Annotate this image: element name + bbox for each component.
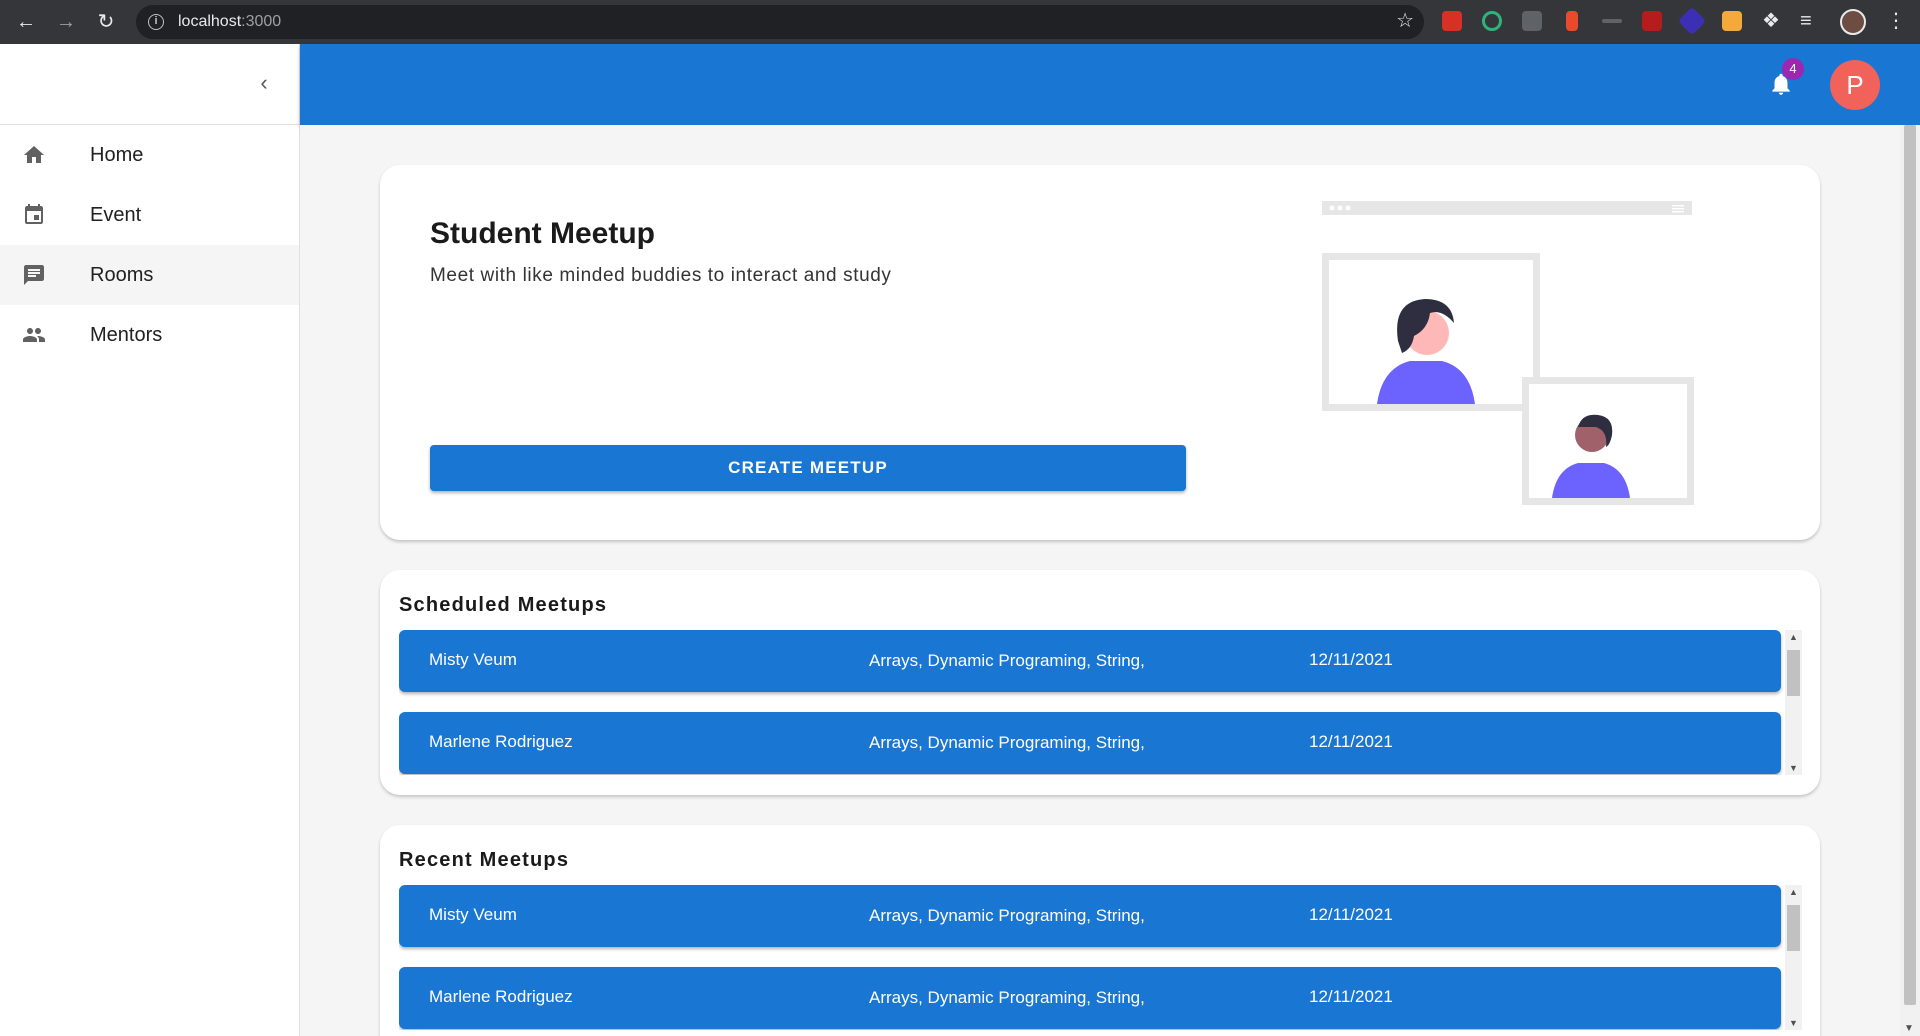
meetup-topics: Arrays, Dynamic Programing, String, [869, 733, 1145, 752]
sidebar-item-label: Event [90, 204, 142, 226]
page-scrollbar[interactable]: ▼ [1900, 125, 1920, 1036]
meetup-row[interactable]: Marlene Rodriguez Arrays, Dynamic Progra… [399, 967, 1781, 1029]
browser-profile-avatar[interactable] [1840, 9, 1866, 35]
list-scrollbar[interactable]: ▲ ▼ [1785, 885, 1802, 1030]
user-avatar[interactable]: P [1830, 60, 1880, 110]
bookmark-star-icon[interactable]: ☆ [1396, 8, 1414, 33]
sidebar-item-label: Mentors [90, 324, 163, 346]
app-bar: 4 P [300, 44, 1920, 125]
notification-badge: 4 [1782, 58, 1804, 80]
sidebar-item-label: Home [90, 144, 144, 166]
meetup-row[interactable]: Misty Veum Arrays, Dynamic Programing, S… [399, 885, 1781, 947]
extensions-puzzle-icon[interactable]: ❖ [1762, 7, 1780, 35]
meetup-row[interactable]: Marlene Rodriguez Arrays, Dynamic Progra… [399, 712, 1781, 774]
people-icon [23, 328, 45, 342]
scroll-down-arrow-icon[interactable]: ▼ [1789, 1018, 1798, 1028]
extension-icon-7[interactable] [1677, 6, 1707, 36]
meetup-topics: Arrays, Dynamic Programing, String, [869, 651, 1145, 670]
extension-icon-4[interactable] [1566, 11, 1578, 31]
hero-subtitle: Meet with like minded buddies to interac… [430, 265, 892, 286]
chevron-left-icon[interactable]: ‹ [249, 68, 279, 98]
hero-title: Student Meetup [430, 217, 655, 250]
meetup-topics: Arrays, Dynamic Programing, String, [869, 988, 1145, 1007]
create-meetup-button[interactable]: CREATE MEETUP [430, 445, 1186, 491]
site-info-icon[interactable]: i [148, 14, 164, 30]
scrollbar-thumb[interactable] [1787, 905, 1800, 951]
address-bar[interactable]: i localhost:3000 ☆ [136, 5, 1424, 39]
meetup-date: 12/11/2021 [1309, 650, 1393, 669]
meetup-date: 12/11/2021 [1309, 732, 1393, 751]
url-host: localhost [178, 13, 242, 30]
meetup-topics: Arrays, Dynamic Programing, String, [869, 906, 1145, 925]
browser-menu-icon[interactable]: ⋮ [1886, 7, 1906, 35]
back-arrow-icon[interactable]: ← [12, 8, 40, 36]
scroll-down-arrow-icon[interactable]: ▼ [1904, 1023, 1914, 1034]
forward-arrow-icon[interactable]: → [52, 8, 80, 36]
sidebar-item-home[interactable]: Home [0, 125, 299, 185]
extension-icon-1[interactable] [1442, 11, 1462, 31]
scroll-up-arrow-icon[interactable]: ▲ [1789, 632, 1798, 642]
extension-icon-3[interactable] [1522, 11, 1542, 31]
recent-meetups-card: Recent Meetups Misty Veum Arrays, Dynami… [380, 825, 1820, 1036]
scheduled-meetups-list[interactable]: Misty Veum Arrays, Dynamic Programing, S… [399, 630, 1789, 775]
sidebar-item-mentors[interactable]: Mentors [0, 305, 299, 365]
scroll-down-arrow-icon[interactable]: ▼ [1789, 763, 1798, 773]
extension-icon-2[interactable] [1482, 11, 1502, 31]
chat-icon [24, 265, 44, 285]
hero-card: Student Meetup Meet with like minded bud… [380, 165, 1820, 540]
extension-icon-8[interactable] [1722, 11, 1742, 31]
reload-icon[interactable]: ↻ [92, 8, 120, 36]
url-text[interactable]: localhost:3000 [178, 13, 281, 31]
meetup-host: Marlene Rodriguez [429, 732, 573, 751]
recent-meetups-list[interactable]: Misty Veum Arrays, Dynamic Programing, S… [399, 885, 1789, 1030]
meetup-host: Misty Veum [429, 650, 517, 669]
url-port: :3000 [241, 13, 282, 30]
main-content: Student Meetup Meet with like minded bud… [300, 125, 1900, 1036]
page-scrollbar-thumb[interactable] [1904, 125, 1916, 1005]
video-call-illustration [1322, 201, 1694, 505]
sidebar: ‹ Home Event Rooms Mentors [0, 44, 300, 1036]
browser-toolbar: ← → ↻ i localhost:3000 ☆ ❖ ≡ ⋮ [0, 0, 1920, 44]
list-scrollbar[interactable]: ▲ ▼ [1785, 630, 1802, 775]
sidebar-item-rooms[interactable]: Rooms [0, 245, 299, 305]
scrollbar-thumb[interactable] [1787, 650, 1800, 696]
meetup-row[interactable]: Misty Veum Arrays, Dynamic Programing, S… [399, 630, 1781, 692]
reading-list-icon[interactable]: ≡ [1800, 7, 1812, 35]
section-title: Scheduled Meetups [399, 594, 608, 616]
scroll-up-arrow-icon[interactable]: ▲ [1789, 887, 1798, 897]
extension-icon-5[interactable] [1602, 19, 1622, 23]
home-icon [24, 146, 44, 163]
sidebar-item-event[interactable]: Event [0, 185, 299, 245]
calendar-icon [25, 204, 43, 224]
sidebar-item-label: Rooms [90, 264, 154, 286]
meetup-host: Marlene Rodriguez [429, 987, 573, 1006]
meetup-date: 12/11/2021 [1309, 987, 1393, 1006]
section-title: Recent Meetups [399, 849, 570, 871]
scheduled-meetups-card: Scheduled Meetups Misty Veum Arrays, Dyn… [380, 570, 1820, 795]
extension-icon-6[interactable] [1642, 11, 1662, 31]
meetup-host: Misty Veum [429, 905, 517, 924]
sidebar-header: ‹ [0, 44, 299, 125]
meetup-date: 12/11/2021 [1309, 905, 1393, 924]
